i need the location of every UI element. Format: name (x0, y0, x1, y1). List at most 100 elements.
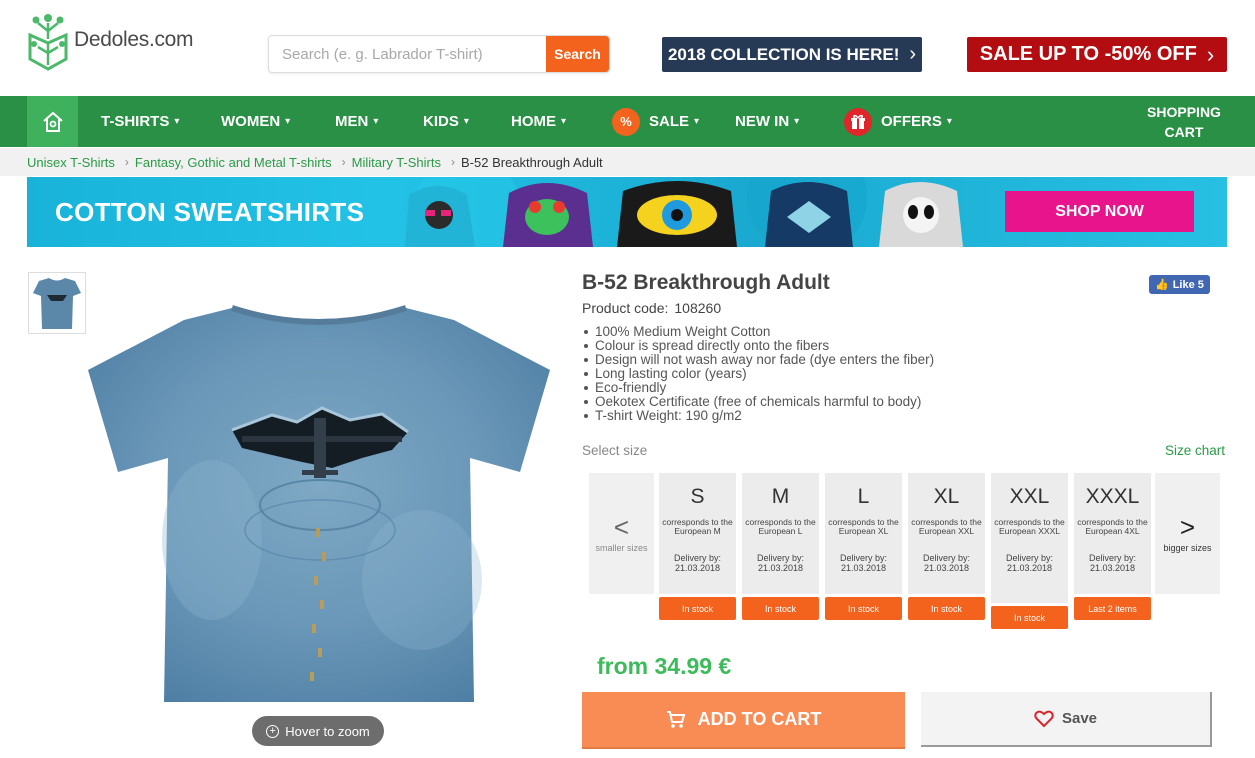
heart-icon (1034, 710, 1054, 727)
bigger-sizes-button[interactable]: > bigger sizes (1155, 473, 1220, 594)
chevron-right-icon: > (1179, 511, 1196, 542)
smaller-sizes-label: smaller sizes (595, 542, 648, 553)
nav-new-in[interactable]: NEW IN ▾ (735, 96, 799, 147)
home-icon (42, 111, 63, 132)
size-option-m[interactable]: M corresponds to the European L Delivery… (742, 473, 819, 620)
feature-item: T-shirt Weight: 190 g/m2 (582, 409, 1002, 423)
main-nav: T-SHIRTS ▾ WOMEN ▾ MEN ▾ KIDS ▾ HOME ▾ % SALE… (0, 96, 1255, 147)
nav-label: HOME (511, 113, 556, 130)
chevron-down-icon: ▾ (463, 116, 469, 127)
zoom-plus-icon: + (266, 724, 280, 738)
collection-promo-button[interactable]: 2018 COLLECTION IS HERE! › (662, 37, 922, 72)
size-label: L (857, 485, 870, 508)
shopping-cart-link[interactable]: SHOPPING CART (1140, 102, 1228, 142)
tshirt-thumbnail-image (33, 278, 81, 329)
facebook-like-button[interactable]: 👍 Like 5 (1149, 275, 1210, 294)
cart-label-line2: CART (1164, 124, 1204, 140)
product-price: from 34.99 € (597, 653, 732, 679)
chevron-down-icon: ▾ (794, 116, 800, 127)
site-logo[interactable]: Dedoles.com (26, 8, 216, 72)
nav-label: OFFERS (881, 113, 942, 130)
delivery-date: Delivery by: 21.03.2018 (1088, 553, 1136, 573)
shop-now-button[interactable]: SHOP NOW (1005, 191, 1194, 232)
size-option-xl[interactable]: XL corresponds to the European XXL Deliv… (908, 473, 985, 620)
home-button[interactable] (27, 96, 78, 147)
feature-item: 100% Medium Weight Cotton (582, 325, 1002, 339)
chevron-down-icon: ▾ (174, 116, 180, 127)
nav-tshirts[interactable]: T-SHIRTS ▾ (101, 96, 179, 147)
size-label: S (690, 485, 705, 508)
size-equivalent: corresponds to the European M (662, 517, 733, 536)
breadcrumb: Unisex T-Shirts › Fantasy, Gothic and Me… (27, 148, 603, 176)
product-code-label: Product code: (582, 300, 669, 316)
nav-label: NEW IN (735, 113, 790, 130)
search-button[interactable]: Search (546, 36, 609, 72)
size-chart-link[interactable]: Size chart (1165, 443, 1225, 458)
size-option-l[interactable]: L corresponds to the European XL Deliver… (825, 473, 902, 620)
delivery-date: Delivery by: 21.03.2018 (839, 553, 887, 573)
product-thumbnail[interactable] (28, 272, 86, 334)
add-to-cart-button[interactable]: ADD TO CART (582, 692, 905, 747)
nav-kids[interactable]: KIDS ▾ (423, 96, 469, 147)
size-option-xxl[interactable]: XXL corresponds to the European XXXL Del… (991, 473, 1068, 629)
tshirt-image (88, 305, 550, 702)
zoom-hint-label: Hover to zoom (285, 723, 370, 739)
size-option-xxxl[interactable]: XXXL corresponds to the European 4XL Del… (1074, 473, 1151, 620)
chevron-down-icon: ▾ (946, 116, 952, 127)
breadcrumb-bar: Unisex T-Shirts › Fantasy, Gothic and Me… (0, 148, 1255, 176)
save-to-wishlist-button[interactable]: Save (921, 692, 1212, 747)
breadcrumb-current: B-52 Breakthrough Adult (461, 154, 603, 170)
breadcrumb-link[interactable]: Military T-Shirts (352, 155, 441, 170)
sweatshirts-banner[interactable]: COTTON SWEATSHIRTS SHOP NOW (27, 177, 1227, 247)
stock-badge: In stock (991, 606, 1068, 629)
logo-text: Dedoles.com (74, 28, 194, 51)
facebook-like-label: Like 5 (1172, 278, 1204, 291)
stock-badge: In stock (908, 597, 985, 620)
feature-item: Eco-friendly (582, 381, 1002, 395)
collection-promo-label: 2018 COLLECTION IS HERE! (667, 44, 900, 64)
stock-badge: In stock (742, 597, 819, 620)
feature-item: Design will not wash away nor fade (dye … (582, 353, 1002, 367)
percent-icon: % (612, 107, 640, 136)
nav-label: SALE (649, 113, 690, 130)
product-code-value: 108260 (674, 300, 722, 316)
nav-label: KIDS (423, 113, 459, 130)
cart-icon (666, 710, 685, 728)
banner-title: COTTON SWEATSHIRTS (55, 197, 365, 227)
nav-offers[interactable]: OFFERS ▾ (844, 96, 952, 147)
select-size-label: Select size (582, 443, 648, 458)
nav-label: T-SHIRTS (101, 113, 170, 130)
nav-men[interactable]: MEN ▾ (335, 96, 378, 147)
feature-item: Long lasting color (years) (582, 367, 1002, 381)
sale-promo-label: SALE UP TO -50% OFF (979, 43, 1197, 65)
size-equivalent: corresponds to the European XXXL (994, 517, 1065, 536)
chevron-down-icon: ▾ (285, 116, 291, 127)
nav-sale[interactable]: % SALE ▾ (612, 96, 699, 147)
chevron-down-icon: ▾ (373, 116, 379, 127)
gift-icon (844, 107, 872, 136)
tree-logo-icon (28, 14, 68, 71)
stock-badge: In stock (825, 597, 902, 620)
feature-item: Oekotex Certificate (free of chemicals h… (582, 395, 1002, 409)
delivery-date: Delivery by: 21.03.2018 (922, 553, 970, 573)
size-label: XXL (1009, 485, 1050, 508)
chevron-left-icon: < (613, 511, 630, 542)
sale-promo-button[interactable]: SALE UP TO -50% OFF › (967, 37, 1227, 72)
chevron-down-icon: ▾ (561, 116, 567, 127)
size-equivalent: corresponds to the European XXL (911, 517, 982, 536)
product-code: Product code: 108260 (582, 300, 721, 316)
thumbs-up-icon: 👍 (1155, 279, 1169, 291)
breadcrumb-link[interactable]: Unisex T-Shirts (27, 155, 115, 170)
add-to-cart-label: ADD TO CART (697, 709, 822, 729)
size-equivalent: corresponds to the European XL (828, 517, 899, 536)
breadcrumb-link[interactable]: Fantasy, Gothic and Metal T-shirts (135, 155, 332, 170)
size-label: XXXL (1085, 485, 1140, 508)
search-input[interactable] (269, 36, 546, 72)
nav-label: WOMEN (221, 113, 281, 130)
product-main-image[interactable] (82, 290, 556, 710)
chevron-right-icon: › (124, 155, 129, 169)
size-option-s[interactable]: S corresponds to the European M Delivery… (659, 473, 736, 620)
smaller-sizes-button[interactable]: < smaller sizes (589, 473, 654, 594)
nav-women[interactable]: WOMEN ▾ (221, 96, 290, 147)
nav-home-category[interactable]: HOME ▾ (511, 96, 566, 147)
